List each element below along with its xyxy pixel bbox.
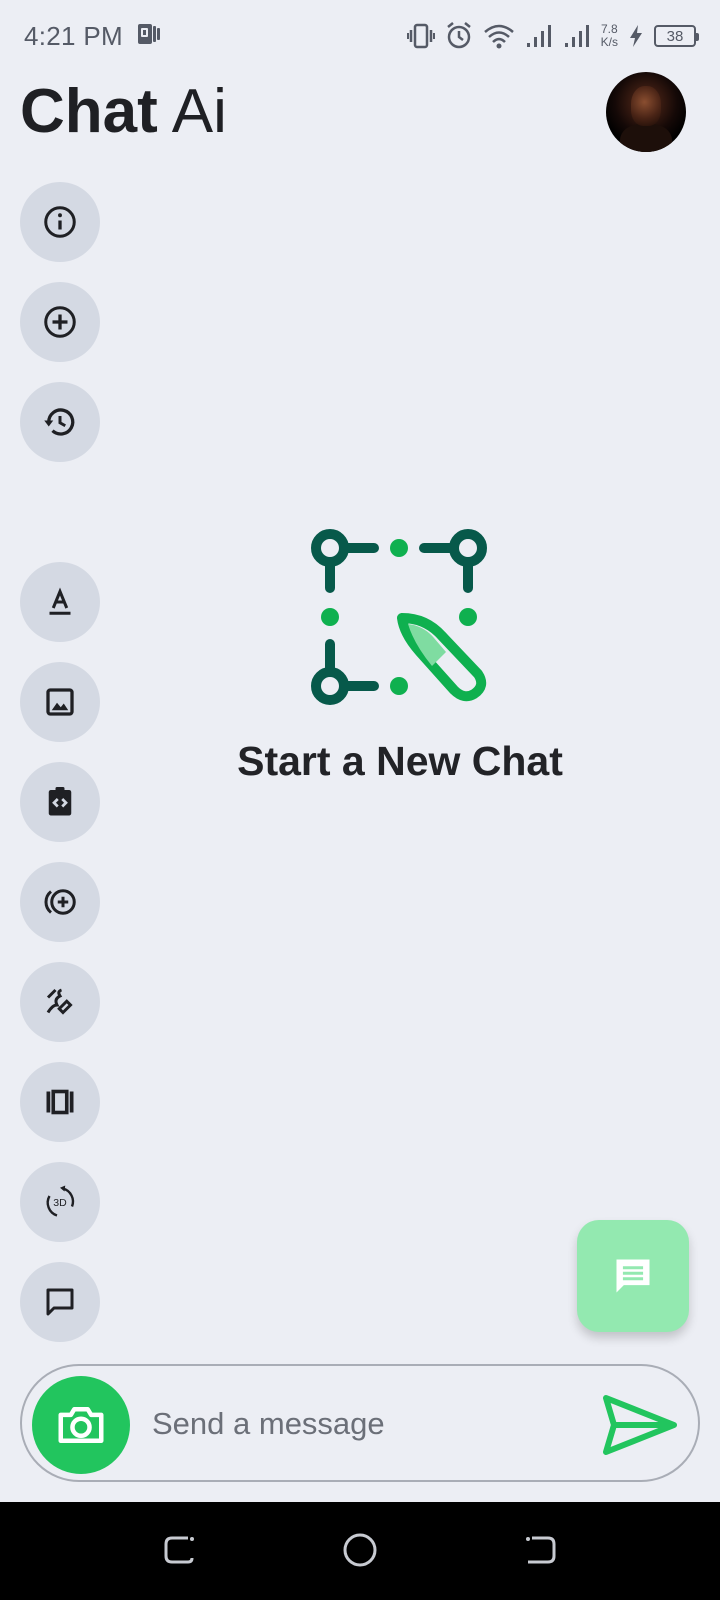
status-bar: 4:21 PM 7.8 K/s 38	[0, 0, 720, 72]
back-icon	[526, 1536, 556, 1564]
recent-apps-button[interactable]	[160, 1530, 200, 1570]
info-icon	[44, 206, 76, 238]
send-icon	[603, 1395, 677, 1455]
avatar[interactable]	[606, 72, 686, 152]
camera-button[interactable]	[32, 1376, 130, 1474]
status-left: 4:21 PM	[24, 21, 161, 52]
empty-state-title: Start a New Chat	[237, 738, 563, 784]
chat-fab-button[interactable]	[577, 1220, 689, 1332]
image-button[interactable]	[20, 662, 100, 742]
history-icon	[44, 408, 75, 436]
code-clipboard-icon	[48, 787, 72, 816]
app-title-bold: Chat	[20, 77, 158, 146]
camera-icon	[58, 1407, 104, 1443]
avatar-body	[620, 124, 672, 152]
add-circle-wave-icon	[44, 889, 76, 915]
draw-icon	[46, 988, 73, 1015]
battery-indicator: 38	[654, 25, 699, 47]
network-speed-unit: K/s	[600, 35, 618, 49]
message-composer	[20, 1364, 700, 1482]
home-icon	[343, 1533, 377, 1567]
signal-icon-2	[563, 23, 591, 49]
charging-icon	[628, 24, 644, 48]
notification-app-icon	[137, 21, 161, 52]
signal-icon-1	[525, 23, 553, 49]
send-button[interactable]	[602, 1394, 678, 1456]
3d-rotation-button[interactable]: 3D	[20, 1162, 100, 1242]
carousel-button[interactable]	[20, 1062, 100, 1142]
avatar-face	[631, 86, 661, 126]
app-title-light: Ai	[171, 77, 227, 146]
battery-level: 38	[666, 27, 684, 45]
text-format-button[interactable]	[20, 562, 100, 642]
info-button[interactable]	[20, 182, 100, 262]
chat-button[interactable]	[20, 1262, 100, 1342]
message-icon	[616, 1259, 650, 1293]
vibrate-icon	[406, 23, 435, 49]
empty-state: Start a New Chat	[180, 526, 620, 785]
carousel-icon	[46, 1089, 74, 1115]
add-wave-button[interactable]	[20, 862, 100, 942]
draw-button[interactable]	[20, 962, 100, 1042]
wifi-icon	[483, 23, 515, 49]
new-chat-button[interactable]	[20, 282, 100, 362]
add-circle-icon	[44, 306, 76, 338]
3d-rotation-label: 3D	[53, 1197, 67, 1209]
network-speed: 7.8 K/s	[601, 23, 618, 49]
back-button[interactable]	[520, 1530, 560, 1570]
new-chat-logo-icon	[311, 529, 487, 705]
text-format-icon	[49, 587, 71, 615]
home-button[interactable]	[340, 1530, 380, 1570]
status-time: 4:21 PM	[24, 20, 123, 51]
code-button[interactable]	[20, 762, 100, 842]
app-title: Chat Ai	[20, 76, 227, 148]
alarm-icon	[445, 22, 473, 50]
history-button[interactable]	[20, 382, 100, 462]
chat-bubble-icon	[46, 1288, 74, 1316]
3d-rotation-icon: 3D	[46, 1185, 75, 1217]
recent-apps-icon	[164, 1536, 194, 1564]
message-input[interactable]	[152, 1398, 572, 1450]
status-right: 7.8 K/s 38	[406, 22, 699, 50]
image-icon	[46, 688, 74, 716]
system-nav-bar	[0, 1502, 720, 1600]
